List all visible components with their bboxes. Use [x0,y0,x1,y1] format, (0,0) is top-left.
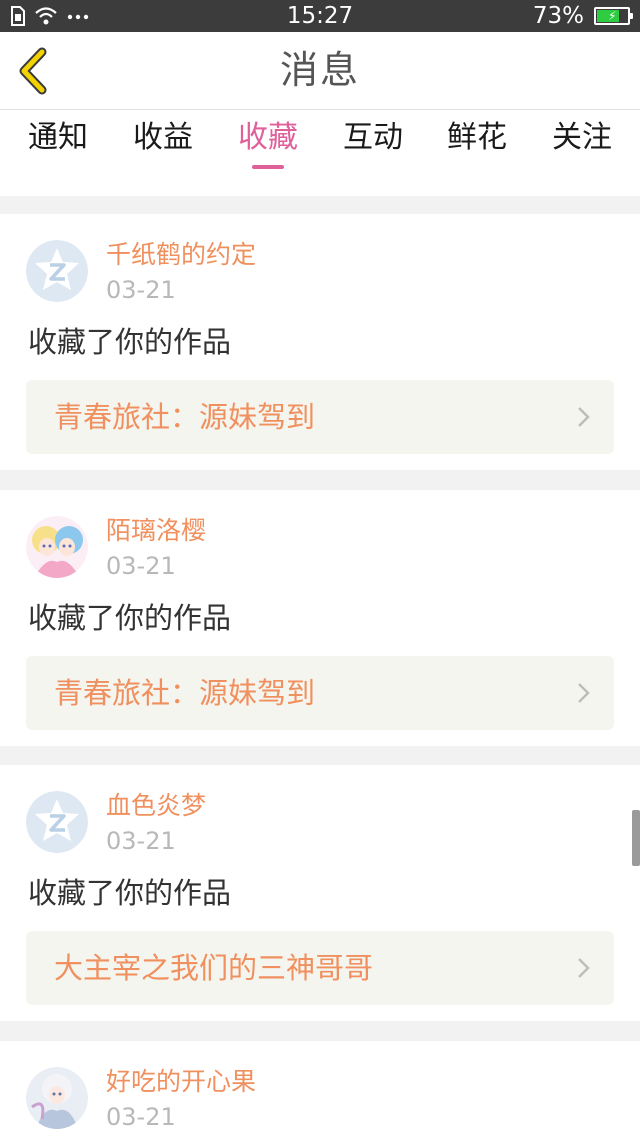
active-tab-indicator [252,165,284,169]
message-date: 03-21 [106,276,176,304]
tab-follows[interactable]: 关注 [530,118,634,158]
status-bar: 15:27 73% ⚡ [0,0,640,32]
status-icons-right: 73% ⚡ [532,3,633,29]
battery-icon: ⚡ [594,7,633,25]
message-date: 03-21 [106,552,176,580]
work-link[interactable]: 青春旅社：源妹驾到 [26,380,614,454]
user-name[interactable]: 陌璃洛樱 [106,514,206,548]
message-card: 千纸鹤的约定 03-21 收藏了你的作品 青春旅社：源妹驾到 [0,214,640,470]
tab-interactions[interactable]: 互动 [321,118,425,158]
work-title: 大主宰之我们的三神哥哥 [54,951,374,985]
charging-icon: ⚡ [608,9,617,23]
message-date: 03-21 [106,1103,176,1131]
tab-flowers[interactable]: 鲜花 [425,118,529,158]
page-title: 消息 [279,48,360,92]
anime-avatar[interactable] [26,516,88,578]
user-name[interactable]: 血色炎梦 [106,789,206,823]
tab-favorites[interactable]: 收藏 [216,118,320,158]
message-card: 好吃的开心果 03-21 [0,1041,640,1138]
message-card: 血色炎梦 03-21 收藏了你的作品 大主宰之我们的三神哥哥 [0,765,640,1021]
chevron-right-icon [578,958,590,978]
message-date: 03-21 [106,827,176,855]
action-text: 收藏了你的作品 [28,601,232,635]
work-title: 青春旅社：源妹驾到 [54,676,316,710]
message-card: 陌璃洛樱 03-21 收藏了你的作品 青春旅社：源妹驾到 [0,490,640,746]
work-title: 青春旅社：源妹驾到 [54,400,316,434]
action-text: 收藏了你的作品 [28,325,232,359]
tab-earnings[interactable]: 收益 [111,118,215,158]
scrollbar[interactable] [632,810,640,866]
chevron-right-icon [578,407,590,427]
user-name[interactable]: 好吃的开心果 [106,1065,256,1099]
chevron-right-icon [578,683,590,703]
action-text: 收藏了你的作品 [28,876,232,910]
user-name[interactable]: 千纸鹤的约定 [106,238,256,272]
tab-notifications[interactable]: 通知 [6,118,110,158]
work-link[interactable]: 青春旅社：源妹驾到 [26,656,614,730]
work-link[interactable]: 大主宰之我们的三神哥哥 [26,931,614,1005]
tab-bar: 通知 收益 收藏 互动 鲜花 关注 [0,110,640,196]
battery-percent: 73% [532,3,584,29]
header: 消息 [0,32,640,110]
default-avatar-icon[interactable] [26,791,88,853]
default-avatar-icon[interactable] [26,240,88,302]
anime-avatar[interactable] [26,1067,88,1129]
